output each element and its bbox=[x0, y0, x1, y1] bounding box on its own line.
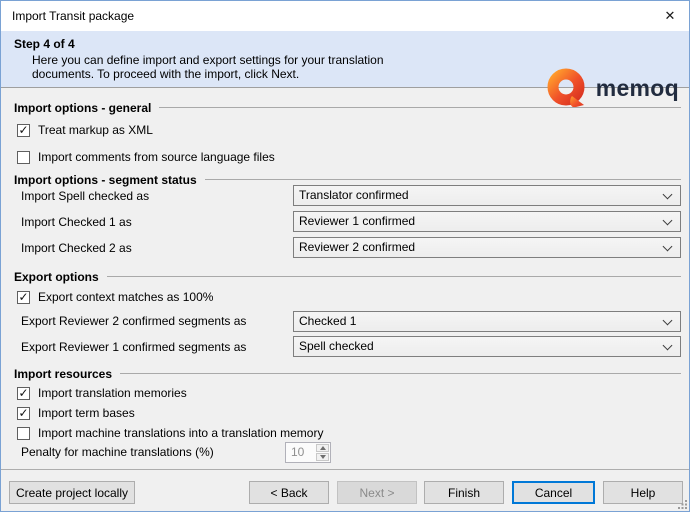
checkbox-label: Import term bases bbox=[38, 406, 135, 420]
section-title: Import resources bbox=[14, 367, 112, 381]
create-project-locally-button[interactable]: Create project locally bbox=[9, 481, 135, 504]
checkbox-box[interactable]: ✓ bbox=[17, 291, 30, 304]
section-title: Import options - general bbox=[14, 101, 151, 115]
close-icon: ✕ bbox=[665, 8, 676, 24]
button-label: Help bbox=[631, 486, 656, 500]
dropdown-import-checked-2-as[interactable]: Reviewer 2 confirmed bbox=[293, 237, 681, 258]
checkbox-label: Export context matches as 100% bbox=[38, 290, 213, 304]
checkbox-import-translation-memories[interactable]: ✓ Import translation memories bbox=[17, 385, 187, 401]
checkbox-box[interactable]: ✓ bbox=[17, 387, 30, 400]
check-icon: ✓ bbox=[18, 125, 28, 136]
check-icon: ✓ bbox=[18, 408, 28, 419]
back-button[interactable]: < Back bbox=[249, 481, 329, 504]
checkbox-label: Treat markup as XML bbox=[38, 123, 153, 137]
section-divider-line bbox=[120, 373, 681, 374]
finish-button[interactable]: Finish bbox=[424, 481, 504, 504]
wizard-step-title: Step 4 of 4 bbox=[14, 37, 75, 51]
label-export-reviewer-1-confirmed: Export Reviewer 1 confirmed segments as bbox=[21, 340, 246, 354]
checkbox-import-comments[interactable]: Import comments from source language fil… bbox=[17, 149, 275, 165]
section-import-options-general: Import options - general bbox=[14, 100, 681, 115]
section-divider-line bbox=[107, 276, 681, 277]
chevron-down-icon bbox=[663, 215, 673, 225]
import-transit-package-dialog: Import Transit package ✕ Step 4 of 4 Her… bbox=[0, 0, 690, 512]
button-label: Cancel bbox=[535, 486, 572, 500]
label-export-reviewer-2-confirmed: Export Reviewer 2 confirmed segments as bbox=[21, 314, 246, 328]
checkbox-box[interactable]: ✓ bbox=[17, 407, 30, 420]
button-label: < Back bbox=[270, 486, 307, 500]
dropdown-import-spell-checked-as[interactable]: Translator confirmed bbox=[293, 185, 681, 206]
label-import-checked-2-as: Import Checked 2 as bbox=[21, 241, 132, 255]
checkbox-treat-markup-as-xml[interactable]: ✓ Treat markup as XML bbox=[17, 122, 153, 138]
dropdown-import-checked-1-as[interactable]: Reviewer 1 confirmed bbox=[293, 211, 681, 232]
next-button[interactable]: Next > bbox=[337, 481, 417, 504]
dropdown-value: Translator confirmed bbox=[299, 186, 409, 205]
dropdown-value: Reviewer 1 confirmed bbox=[299, 212, 415, 231]
section-title: Export options bbox=[14, 270, 99, 284]
section-divider-line bbox=[159, 107, 681, 108]
spinner-up-icon[interactable] bbox=[316, 444, 329, 452]
checkbox-box[interactable] bbox=[17, 151, 30, 164]
wizard-description-line1: Here you can define import and export se… bbox=[32, 53, 384, 67]
dropdown-value: Spell checked bbox=[299, 337, 374, 356]
spinner-buttons bbox=[315, 443, 330, 462]
checkbox-label: Import machine translations into a trans… bbox=[38, 426, 323, 440]
wizard-header: Step 4 of 4 Here you can define import a… bbox=[1, 31, 689, 88]
checkbox-box[interactable]: ✓ bbox=[17, 124, 30, 137]
dropdown-value: Reviewer 2 confirmed bbox=[299, 238, 415, 257]
section-title: Import options - segment status bbox=[14, 173, 197, 187]
checkbox-import-machine-translations[interactable]: Import machine translations into a trans… bbox=[17, 425, 323, 441]
check-icon: ✓ bbox=[18, 292, 28, 303]
label-import-spell-checked-as: Import Spell checked as bbox=[21, 189, 149, 203]
window-title: Import Transit package bbox=[12, 1, 134, 31]
cancel-button[interactable]: Cancel bbox=[512, 481, 595, 504]
title-bar: Import Transit package ✕ bbox=[1, 1, 689, 31]
dropdown-export-reviewer-2-confirmed[interactable]: Checked 1 bbox=[293, 311, 681, 332]
close-button[interactable]: ✕ bbox=[653, 1, 687, 30]
checkbox-import-term-bases[interactable]: ✓ Import term bases bbox=[17, 405, 135, 421]
penalty-value: 10 bbox=[286, 443, 315, 462]
spinner-down-icon[interactable] bbox=[316, 453, 329, 461]
button-label: Next > bbox=[359, 486, 394, 500]
section-import-resources: Import resources bbox=[14, 366, 681, 381]
check-icon: ✓ bbox=[18, 388, 28, 399]
button-label: Create project locally bbox=[16, 486, 128, 500]
chevron-down-icon bbox=[663, 241, 673, 251]
checkbox-label: Import translation memories bbox=[38, 386, 187, 400]
chevron-down-icon bbox=[663, 340, 673, 350]
checkbox-box[interactable] bbox=[17, 427, 30, 440]
chevron-down-icon bbox=[663, 315, 673, 325]
chevron-down-icon bbox=[663, 189, 673, 199]
checkbox-export-context-matches[interactable]: ✓ Export context matches as 100% bbox=[17, 289, 213, 305]
resize-grip-icon[interactable] bbox=[677, 499, 687, 509]
help-button[interactable]: Help bbox=[603, 481, 683, 504]
penalty-spinner[interactable]: 10 bbox=[285, 442, 331, 463]
section-divider-line bbox=[205, 179, 681, 180]
label-import-checked-1-as: Import Checked 1 as bbox=[21, 215, 132, 229]
label-penalty-machine-translations: Penalty for machine translations (%) bbox=[21, 445, 214, 459]
dropdown-export-reviewer-1-confirmed[interactable]: Spell checked bbox=[293, 336, 681, 357]
section-export-options: Export options bbox=[14, 269, 681, 284]
wizard-description-line2: documents. To proceed with the import, c… bbox=[32, 67, 299, 81]
footer-divider bbox=[1, 469, 689, 470]
checkbox-label: Import comments from source language fil… bbox=[38, 150, 275, 164]
button-label: Finish bbox=[448, 486, 480, 500]
memoq-logo-text: memoq bbox=[596, 75, 679, 102]
dropdown-value: Checked 1 bbox=[299, 312, 356, 331]
